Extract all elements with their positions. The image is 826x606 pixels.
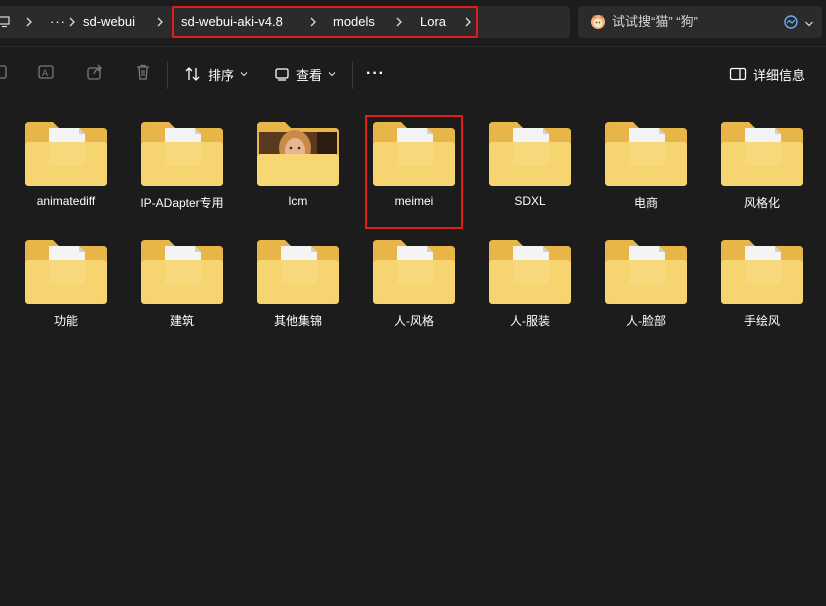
folder-label: 人-脸部	[626, 314, 666, 328]
folder-label: 风格化	[743, 196, 780, 210]
folder-item-animatediff[interactable]: animatediff	[16, 118, 116, 228]
folder-item-other-collection[interactable]: 其他集锦	[248, 236, 348, 346]
details-label: 详细信息	[753, 67, 806, 83]
command-bar: A 排序 查看 ··· 详细信息	[0, 46, 826, 100]
folder-item-ecommerce[interactable]: 电商	[596, 118, 696, 228]
breadcrumb-sd-webui[interactable]: sd-webui	[83, 6, 135, 38]
folder-icon	[605, 240, 687, 304]
chevron-down-icon	[328, 72, 336, 77]
folder-item-stylized[interactable]: 风格化	[712, 118, 812, 228]
svg-text:A: A	[42, 69, 49, 79]
this-pc-icon[interactable]	[0, 6, 12, 38]
search-placeholder[interactable]: 试试搜“猫” “狗”	[612, 6, 698, 38]
details-button[interactable]: 详细信息	[729, 61, 805, 87]
address-highlight-box	[172, 6, 478, 38]
search-box[interactable]: 试试搜“猫” “狗”	[578, 6, 822, 38]
view-button[interactable]: 查看	[274, 61, 336, 87]
see-more-button[interactable]: ···	[366, 61, 385, 87]
folder-label: animatediff	[36, 194, 96, 208]
folder-item-ip-adapter[interactable]: IP-ADapter专用	[132, 118, 232, 228]
folder-item-sdxl[interactable]: SDXL	[480, 118, 580, 228]
copy-icon[interactable]	[0, 61, 12, 83]
folder-label: 人-服装	[510, 314, 550, 328]
folder-item-person-style[interactable]: 人-风格	[364, 236, 464, 346]
folder-item-lcm[interactable]: lcm	[248, 118, 348, 228]
folder-icon	[141, 122, 223, 186]
view-label: 查看	[296, 67, 323, 83]
folder-icon	[489, 122, 571, 186]
chevron-down-icon	[240, 72, 248, 77]
delete-icon[interactable]	[132, 61, 154, 83]
folder-thumbnail-icon	[257, 122, 339, 186]
folder-icon	[25, 122, 107, 186]
search-engine-icon[interactable]	[784, 15, 798, 29]
folder-label: 电商	[633, 196, 658, 210]
folder-icon	[141, 240, 223, 304]
folder-label: IP-ADapter专用	[140, 196, 224, 210]
folder-item-hand-drawn[interactable]: 手绘风	[712, 236, 812, 346]
view-icon	[275, 68, 289, 81]
chevron-down-icon[interactable]	[804, 17, 814, 27]
sort-label: 排序	[208, 67, 235, 83]
folder-icon	[489, 240, 571, 304]
folder-item-function[interactable]: 功能	[16, 236, 116, 346]
meimei-highlight-box	[365, 115, 463, 229]
rename-icon[interactable]: A	[35, 61, 57, 83]
sort-button[interactable]: 排序	[184, 61, 248, 87]
folder-icon	[25, 240, 107, 304]
sort-icon	[185, 67, 200, 81]
chevron-right-icon[interactable]	[22, 6, 36, 38]
chevron-right-icon[interactable]	[65, 6, 79, 38]
folder-icon	[605, 122, 687, 186]
chevron-right-icon[interactable]	[153, 6, 167, 38]
folder-label: 功能	[53, 314, 78, 328]
folder-label: 人-风格	[394, 314, 434, 328]
search-mascot-icon	[590, 14, 606, 30]
folder-item-person-face[interactable]: 人-脸部	[596, 236, 696, 346]
share-icon[interactable]	[84, 61, 106, 83]
details-pane-icon	[729, 67, 747, 81]
folder-item-person-clothing[interactable]: 人-服装	[480, 236, 580, 346]
folder-icon	[721, 240, 803, 304]
folder-label: 手绘风	[743, 314, 780, 328]
folder-label: 其他集锦	[273, 314, 322, 328]
folder-label: 建筑	[169, 314, 194, 328]
overflow-crumb[interactable]: ···	[50, 6, 66, 38]
folder-icon	[257, 240, 339, 304]
folder-icon	[373, 240, 455, 304]
toolbar-divider	[167, 61, 168, 89]
folder-item-architecture[interactable]: 建筑	[132, 236, 232, 346]
folder-icon	[721, 122, 803, 186]
folder-label: SDXL	[514, 194, 546, 208]
folder-label: lcm	[288, 194, 308, 208]
toolbar-divider	[352, 61, 353, 89]
